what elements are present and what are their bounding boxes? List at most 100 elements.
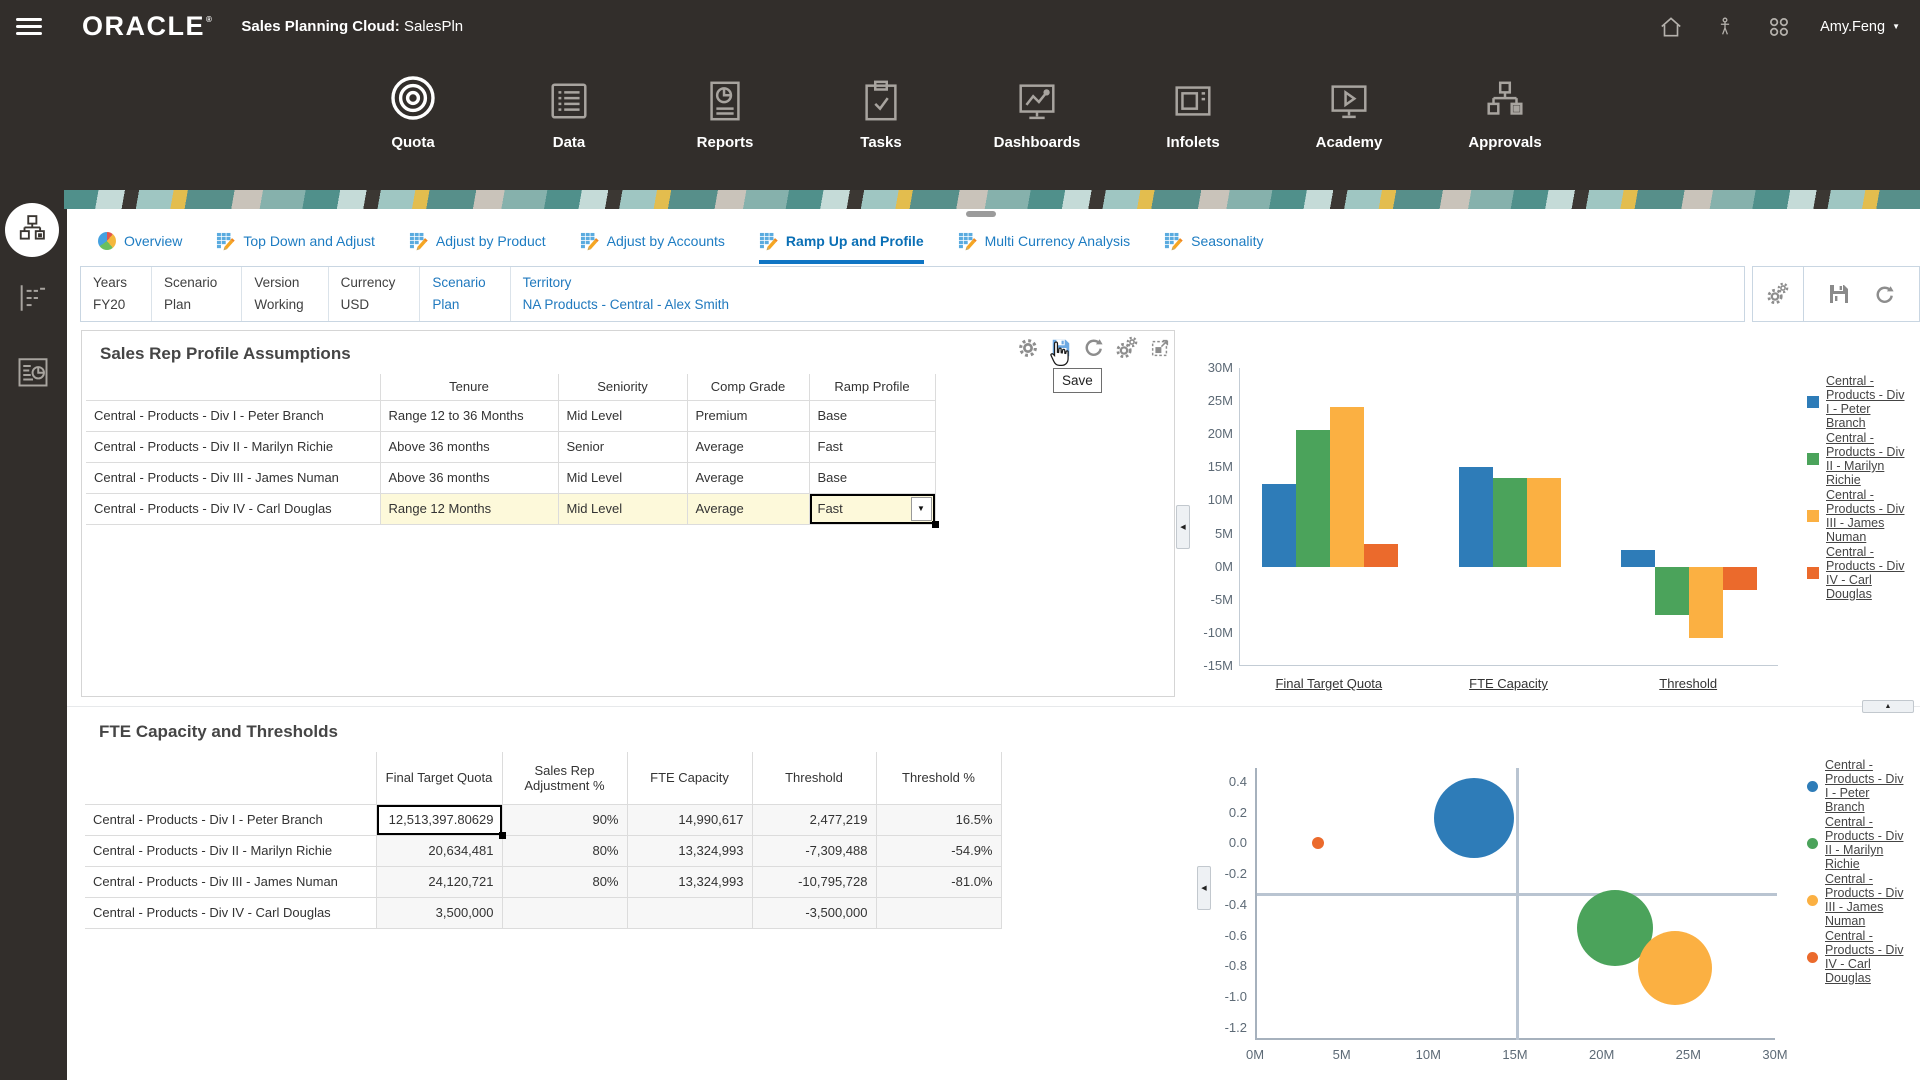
- save-button[interactable]: [1827, 282, 1852, 307]
- legend-item[interactable]: Central - Products - Div III - James Num…: [1807, 488, 1906, 544]
- cell[interactable]: -10,795,728: [752, 866, 876, 897]
- cell[interactable]: Above 36 months: [380, 462, 558, 493]
- nav-item-infolets[interactable]: Infolets: [1115, 58, 1271, 151]
- bar-final-target-quota[interactable]: [1262, 484, 1296, 567]
- row-header[interactable]: Central - Products - Div II - Marilyn Ri…: [86, 431, 380, 462]
- person-icon[interactable]: [1712, 14, 1738, 40]
- refresh-button[interactable]: [1081, 335, 1106, 360]
- bar-fte-capacity[interactable]: [1527, 478, 1561, 566]
- cell[interactable]: Range 12 Months: [380, 493, 558, 524]
- cell[interactable]: 13,324,993: [627, 866, 752, 897]
- row-header[interactable]: Central - Products - Div III - James Num…: [85, 866, 376, 897]
- cell[interactable]: Mid Level: [558, 400, 687, 431]
- tab-ramp-up-and-profile[interactable]: Ramp Up and Profile: [759, 224, 924, 264]
- settings-button[interactable]: [1015, 335, 1040, 360]
- bar-final-target-quota[interactable]: [1364, 544, 1398, 567]
- bar-fte-capacity[interactable]: [1459, 467, 1493, 566]
- category-label-final-target-quota[interactable]: Final Target Quota: [1244, 676, 1414, 691]
- cell[interactable]: Base: [809, 462, 935, 493]
- cell[interactable]: Mid Level: [558, 462, 687, 493]
- cell[interactable]: Above 36 months: [380, 431, 558, 462]
- refresh-button[interactable]: [1872, 282, 1897, 307]
- pov-territory-5[interactable]: TerritoryNA Products - Central - Alex Sm…: [511, 267, 753, 321]
- home-icon[interactable]: [1658, 14, 1684, 40]
- cell[interactable]: 2,477,219: [752, 804, 876, 835]
- row-header[interactable]: Central - Products - Div IV - Carl Dougl…: [86, 493, 380, 524]
- row-header[interactable]: Central - Products - Div IV - Carl Dougl…: [85, 897, 376, 928]
- nav-item-academy[interactable]: Academy: [1271, 58, 1427, 151]
- panel-drag-handle[interactable]: [966, 211, 996, 217]
- cell[interactable]: [627, 897, 752, 928]
- tab-multi-currency-analysis[interactable]: Multi Currency Analysis: [958, 224, 1131, 264]
- bubble-central-products-div-iii-james-numan[interactable]: [1638, 931, 1712, 1005]
- cell[interactable]: -3,500,000: [752, 897, 876, 928]
- bar-threshold[interactable]: [1621, 550, 1655, 566]
- nav-item-approvals[interactable]: Approvals: [1427, 58, 1583, 151]
- nav-item-quota[interactable]: Quota: [335, 58, 491, 151]
- cell[interactable]: [502, 897, 627, 928]
- cell[interactable]: -7,309,488: [752, 835, 876, 866]
- bar-fte-capacity[interactable]: [1493, 478, 1527, 566]
- cell[interactable]: -54.9%: [876, 835, 1001, 866]
- bar-threshold[interactable]: [1655, 567, 1689, 615]
- bubble-central-products-div-i-peter-branch[interactable]: [1434, 778, 1514, 858]
- nav-item-dashboards[interactable]: Dashboards: [959, 58, 1115, 151]
- fill-handle[interactable]: [499, 832, 506, 839]
- cell[interactable]: 80%: [502, 835, 627, 866]
- maximize-button[interactable]: [1147, 335, 1172, 360]
- fill-handle[interactable]: [932, 521, 939, 528]
- bubble-central-products-div-iv-carl-douglas[interactable]: [1312, 837, 1324, 849]
- tab-overview[interactable]: Overview: [98, 224, 182, 264]
- cell[interactable]: 16.5%: [876, 804, 1001, 835]
- cell[interactable]: 24,120,721: [376, 866, 502, 897]
- pov-years-0[interactable]: YearsFY20: [81, 267, 152, 321]
- sidebar-item-task-list[interactable]: [14, 280, 52, 320]
- row-header[interactable]: Central - Products - Div III - James Num…: [86, 462, 380, 493]
- sidebar-item-report-doc[interactable]: [13, 353, 53, 395]
- cell[interactable]: Average: [687, 431, 809, 462]
- cell[interactable]: 13,324,993: [627, 835, 752, 866]
- category-label-fte-capacity[interactable]: FTE Capacity: [1424, 676, 1594, 691]
- cell[interactable]: 3,500,000: [376, 897, 502, 928]
- legend-item[interactable]: Central - Products - Div IV - Carl Dougl…: [1807, 545, 1906, 601]
- legend-item[interactable]: Central - Products - Div IV - Carl Dougl…: [1807, 929, 1905, 985]
- cell[interactable]: 14,990,617: [627, 804, 752, 835]
- preferences-button[interactable]: [1114, 335, 1139, 360]
- apps-grid-icon[interactable]: [1766, 14, 1792, 40]
- pov-currency-3[interactable]: CurrencyUSD: [329, 267, 421, 321]
- pov-scenario-4[interactable]: ScenarioPlan: [420, 267, 510, 321]
- nav-item-tasks[interactable]: Tasks: [803, 58, 959, 151]
- cell[interactable]: Average: [687, 493, 809, 524]
- tab-seasonality[interactable]: Seasonality: [1164, 224, 1263, 264]
- row-header[interactable]: Central - Products - Div II - Marilyn Ri…: [85, 835, 376, 866]
- cell[interactable]: Range 12 to 36 Months: [380, 400, 558, 431]
- tab-adjust-by-product[interactable]: Adjust by Product: [409, 224, 546, 264]
- cell[interactable]: Premium: [687, 400, 809, 431]
- pov-scenario-1[interactable]: ScenarioPlan: [152, 267, 242, 321]
- legend-item[interactable]: Central - Products - Div II - Marilyn Ri…: [1807, 431, 1906, 487]
- legend-item[interactable]: Central - Products - Div I - Peter Branc…: [1807, 758, 1905, 814]
- cell[interactable]: Base: [809, 400, 935, 431]
- bar-threshold[interactable]: [1723, 567, 1757, 590]
- legend-item[interactable]: Central - Products - Div II - Marilyn Ri…: [1807, 815, 1905, 871]
- pov-version-2[interactable]: VersionWorking: [242, 267, 328, 321]
- cell[interactable]: Average: [687, 462, 809, 493]
- splitter-collapse-up[interactable]: ▲: [1862, 700, 1914, 713]
- tab-top-down-and-adjust[interactable]: Top Down and Adjust: [216, 224, 375, 264]
- category-label-threshold[interactable]: Threshold: [1603, 676, 1773, 691]
- legend-item[interactable]: Central - Products - Div III - James Num…: [1807, 872, 1905, 928]
- bar-final-target-quota[interactable]: [1330, 407, 1364, 567]
- tab-adjust-by-accounts[interactable]: Adjust by Accounts: [580, 224, 725, 264]
- menu-button[interactable]: [16, 14, 42, 39]
- nav-item-data[interactable]: Data: [491, 58, 647, 151]
- cell[interactable]: [876, 897, 1001, 928]
- bar-final-target-quota[interactable]: [1296, 430, 1330, 567]
- cell[interactable]: Senior: [558, 431, 687, 462]
- splitter-collapse-left-top[interactable]: ◀: [1176, 505, 1190, 549]
- cell[interactable]: Fast: [809, 431, 935, 462]
- cell[interactable]: 20,634,481: [376, 835, 502, 866]
- row-header[interactable]: Central - Products - Div I - Peter Branc…: [85, 804, 376, 835]
- cell[interactable]: 12,513,397.80629: [376, 804, 502, 835]
- cell[interactable]: 90%: [502, 804, 627, 835]
- cell[interactable]: -81.0%: [876, 866, 1001, 897]
